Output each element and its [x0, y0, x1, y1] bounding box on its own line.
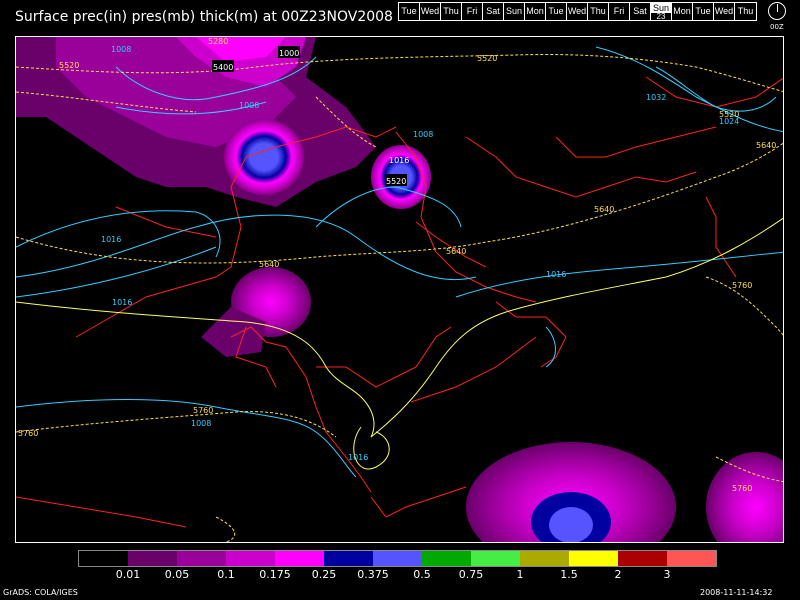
legend-swatch	[471, 551, 520, 566]
day-label: Wed	[714, 6, 734, 16]
day-wed[interactable]: Wed	[420, 3, 441, 20]
day-label: Fri	[466, 6, 478, 16]
pressure-label: 1008	[413, 130, 433, 139]
legend-swatch	[520, 551, 569, 566]
legend-tick-label: 0.175	[259, 568, 291, 581]
forecast-day-selector[interactable]: Tue Wed Thu Fri Sat Sun Mon Tue Wed Thu Fri Sat Sun 2…	[398, 2, 757, 21]
day-label: Tue	[548, 6, 564, 16]
day-label: Thu	[737, 6, 754, 16]
legend-tick-label: 0.25	[311, 568, 337, 581]
legend-tick-label: 0.5	[413, 568, 431, 581]
day-label: Sun	[505, 6, 522, 16]
clock-icon	[768, 2, 786, 20]
day-number: 23	[651, 13, 671, 21]
day-tue[interactable]: Tue	[399, 3, 420, 20]
thickness-label: 5280	[208, 37, 228, 46]
footer-timestamp: 2008-11-11-14:32	[700, 588, 773, 597]
pressure-label: 1000	[279, 49, 299, 58]
thickness-label: 5640	[756, 141, 776, 150]
day-sun[interactable]: Sun	[504, 3, 525, 20]
pressure-label: 1008	[111, 45, 131, 54]
yellow-contour	[16, 217, 783, 470]
day-thu[interactable]: Thu	[735, 3, 756, 20]
legend-swatch	[667, 551, 716, 566]
thickness-label: 5760	[18, 429, 38, 438]
legend-tick-label: 0.75	[458, 568, 484, 581]
thickness-label: 5760	[732, 484, 752, 493]
pressure-label: 1016	[546, 270, 566, 279]
legend-swatch	[275, 551, 324, 566]
thickness-label: 5520	[477, 54, 497, 63]
thickness-label: 5640	[446, 247, 466, 256]
day-thu[interactable]: Thu	[588, 3, 609, 20]
day-label: Thu	[443, 6, 459, 16]
day-label: Tue	[695, 6, 711, 16]
footer-credit: GrADS: COLA/IGES	[3, 588, 78, 597]
legend-swatch	[422, 551, 471, 566]
day-tue[interactable]: Tue	[546, 3, 567, 20]
clock-label: 00Z	[770, 23, 784, 31]
legend-ticks: 0.01 0.05 0.1 0.175 0.25 0.375 0.5 0.75 1 1.5 2 3	[78, 568, 721, 582]
pressure-label: 1008	[239, 101, 259, 110]
map-title: Surface prec(in) pres(mb) thick(m) at 00…	[15, 9, 393, 25]
day-fri[interactable]: Fri	[462, 3, 483, 20]
pressure-label: 1016	[101, 235, 121, 244]
thickness-label: 5520	[59, 61, 79, 70]
legend-swatch	[177, 551, 226, 566]
day-wed[interactable]: Wed	[714, 3, 735, 20]
day-label: Mon	[526, 6, 544, 16]
day-sat[interactable]: Sat	[483, 3, 504, 20]
pressure-label: 1016	[348, 453, 368, 462]
day-mon[interactable]: Mon	[525, 3, 546, 20]
legend-tick-label: 0.05	[164, 568, 190, 581]
legend-tick-label: 0.01	[115, 568, 141, 581]
legend-swatch	[226, 551, 275, 566]
legend-swatch	[128, 551, 177, 566]
precipitation-areas	[16, 37, 783, 542]
thickness-label: 5640	[259, 260, 279, 269]
pressure-label: 1008	[191, 419, 211, 428]
day-label: Wed	[420, 6, 440, 16]
day-label: Sat	[486, 6, 500, 16]
legend-tick-label: 0.1	[217, 568, 235, 581]
day-fri[interactable]: Fri	[609, 3, 630, 20]
thickness-label: 5520	[719, 110, 739, 119]
legend-tick-label: 2	[614, 568, 622, 581]
weather-map-canvas: 1008 1000 1008 1008 1016 1016 1016 1008 …	[16, 37, 783, 542]
pressure-label: 1016	[112, 298, 132, 307]
weather-map: 1008 1000 1008 1008 1016 1016 1016 1008 …	[15, 36, 784, 543]
day-label: Wed	[567, 6, 587, 16]
day-tue[interactable]: Tue	[693, 3, 714, 20]
thickness-label: 5640	[594, 205, 614, 214]
legend-tick-label: 1	[516, 568, 524, 581]
day-sun-active[interactable]: Sun 23	[651, 3, 672, 21]
day-label: Fri	[613, 6, 625, 16]
legend-tick-label: 1.5	[560, 568, 578, 581]
legend-tick-label: 3	[663, 568, 671, 581]
day-sat[interactable]: Sat	[630, 3, 651, 20]
thickness-label: 5760	[193, 406, 213, 415]
day-thu[interactable]: Thu	[441, 3, 462, 20]
pressure-label: 1032	[646, 93, 666, 102]
legend-swatch	[569, 551, 618, 566]
day-label: Tue	[401, 6, 417, 16]
legend-swatch	[324, 551, 373, 566]
precipitation-legend	[78, 550, 717, 567]
day-label: Mon	[673, 6, 691, 16]
legend-swatch	[79, 551, 128, 566]
day-label: Thu	[590, 6, 606, 16]
thickness-label: 5520	[386, 177, 406, 186]
thickness-label: 5760	[732, 281, 752, 290]
legend-swatch	[373, 551, 422, 566]
legend-tick-label: 0.375	[357, 568, 389, 581]
day-label: Sat	[633, 6, 647, 16]
day-mon[interactable]: Mon	[672, 3, 693, 20]
legend-swatch	[618, 551, 667, 566]
thickness-label: 5400	[213, 63, 233, 72]
pressure-label: 1016	[389, 156, 409, 165]
day-wed[interactable]: Wed	[567, 3, 588, 20]
